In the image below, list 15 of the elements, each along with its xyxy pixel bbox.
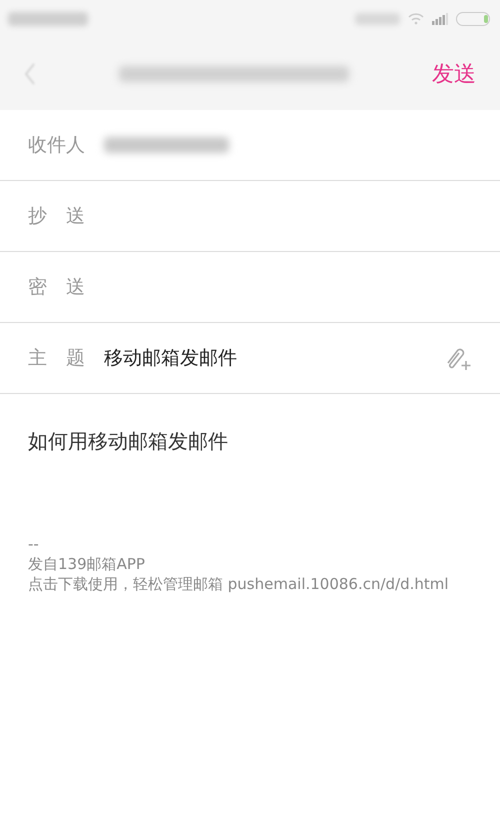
field-label: 收件人 [28, 132, 86, 158]
signature-line: 点击下载使用，轻松管理邮箱 pushemail.10086.cn/d/d.html [28, 574, 450, 594]
back-icon[interactable] [24, 63, 36, 85]
field-label: 密 送 [28, 274, 86, 300]
subject-field[interactable]: 移动邮箱发邮件 [104, 344, 444, 372]
field-label: 主 题 [28, 346, 86, 371]
signature-line: -- [28, 534, 40, 554]
field-label: 抄 送 [28, 204, 86, 229]
wifi-icon [408, 13, 424, 25]
redacted-text [355, 13, 400, 25]
send-button[interactable]: 发送 [432, 58, 476, 90]
signal-icon [432, 13, 448, 25]
battery-icon [456, 12, 492, 26]
body-text[interactable]: 如何用移动邮箱发邮件 [0, 394, 500, 456]
signature-line: 发自139邮箱APP [28, 554, 146, 574]
